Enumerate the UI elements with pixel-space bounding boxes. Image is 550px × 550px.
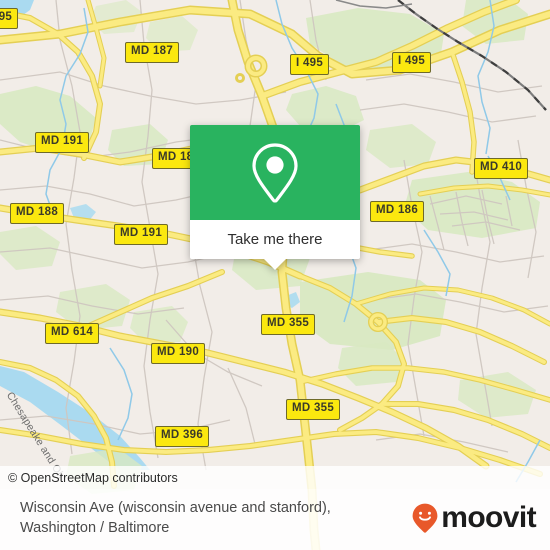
osm-attribution-text[interactable]: © OpenStreetMap contributors: [8, 471, 178, 485]
location-title-line-2: Washington / Baltimore: [20, 520, 170, 536]
popup-action-row[interactable]: Take me there: [190, 220, 360, 259]
highway-shield[interactable]: MD 191: [114, 224, 169, 245]
popup-pointer-tail: [264, 259, 286, 270]
highway-shield[interactable]: MD 191: [35, 132, 90, 153]
moovit-logo[interactable]: moovit: [412, 501, 537, 534]
moovit-wordmark: moovit: [441, 501, 536, 534]
location-title-line-1: Wisconsin Ave (wisconsin avenue and stan…: [20, 500, 331, 516]
map-screenshot: 495 MD 187 I 495 I 495 MD 191 MD 188 MD …: [0, 0, 550, 550]
highway-shield[interactable]: MD 355: [286, 399, 341, 420]
moovit-smiley-pin-icon: [412, 503, 438, 533]
highway-shield[interactable]: I 495: [392, 52, 432, 73]
highway-shield[interactable]: MD 188: [10, 203, 65, 224]
highway-shield[interactable]: MD 190: [151, 343, 206, 364]
location-title: Wisconsin Ave (wisconsin avenue and stan…: [20, 498, 400, 538]
footer-bar: Wisconsin Ave (wisconsin avenue and stan…: [0, 489, 550, 550]
highway-shield[interactable]: MD 187: [125, 42, 180, 63]
highway-shield[interactable]: MD 396: [155, 426, 210, 447]
map-pin-icon: [252, 142, 298, 203]
highway-shield[interactable]: MD 410: [474, 158, 529, 179]
location-popup-card[interactable]: Take me there: [190, 125, 360, 270]
highway-shield[interactable]: 495: [0, 8, 19, 29]
highway-shield[interactable]: MD 186: [370, 201, 425, 222]
highway-shield[interactable]: MD 355: [261, 314, 316, 335]
highway-shield[interactable]: MD 614: [45, 323, 100, 344]
take-me-there-label: Take me there: [227, 231, 323, 248]
map-attribution-bar: © OpenStreetMap contributors: [0, 466, 550, 489]
popup-header: [190, 125, 360, 220]
highway-shield[interactable]: I 495: [290, 54, 330, 75]
